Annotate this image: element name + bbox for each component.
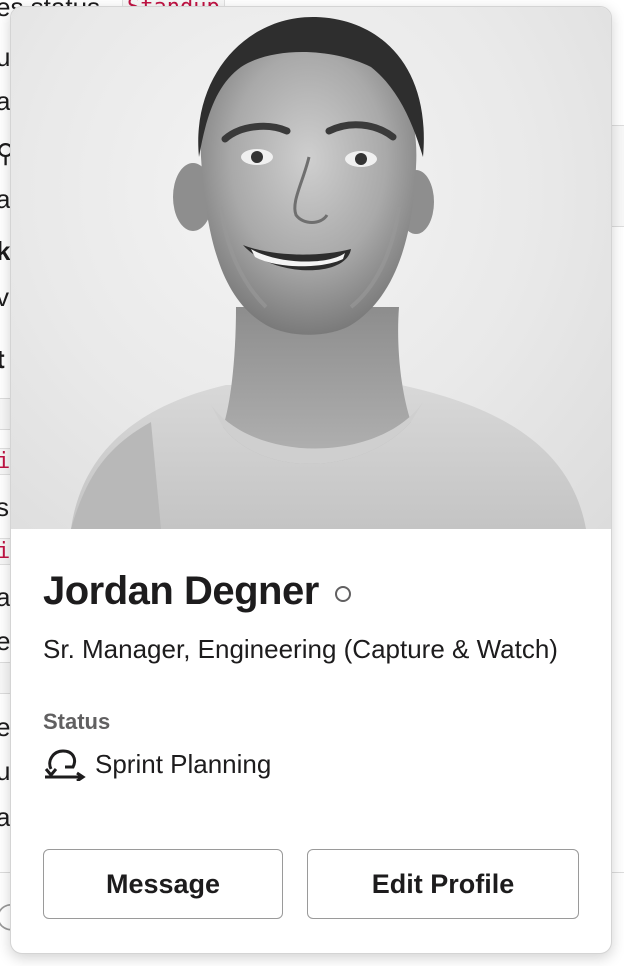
background-text: e (0, 626, 11, 656)
name-row: Jordan Degner (43, 569, 579, 614)
profile-photo-image (71, 16, 586, 529)
profile-photo (11, 7, 611, 529)
background-text: u (0, 756, 11, 786)
background-text: u (0, 42, 11, 72)
profile-card: Jordan Degner Sr. Manager, Engineering (… (10, 6, 612, 954)
background-text: a (0, 184, 11, 214)
status-row: Sprint Planning (43, 747, 579, 781)
message-button[interactable]: Message (43, 849, 283, 919)
background-text: t (0, 344, 5, 374)
profile-info: Jordan Degner Sr. Manager, Engineering (… (11, 529, 611, 781)
profile-name[interactable]: Jordan Degner (43, 569, 319, 614)
status-label: Status (43, 709, 111, 734)
background-text: a (0, 86, 11, 116)
profile-actions: Message Edit Profile (43, 849, 579, 919)
background-text: e (0, 712, 11, 742)
background-text: s (0, 492, 9, 522)
sprint-loop-icon (44, 749, 86, 781)
background-text: a (0, 582, 11, 612)
status-text: Sprint Planning (95, 748, 272, 779)
background-text: a (0, 802, 11, 832)
edit-profile-button[interactable]: Edit Profile (307, 849, 579, 919)
presence-away-icon (334, 585, 351, 602)
profile-title: Sr. Manager, Engineering (Capture & Watc… (43, 634, 558, 664)
background-text: k (0, 236, 11, 266)
